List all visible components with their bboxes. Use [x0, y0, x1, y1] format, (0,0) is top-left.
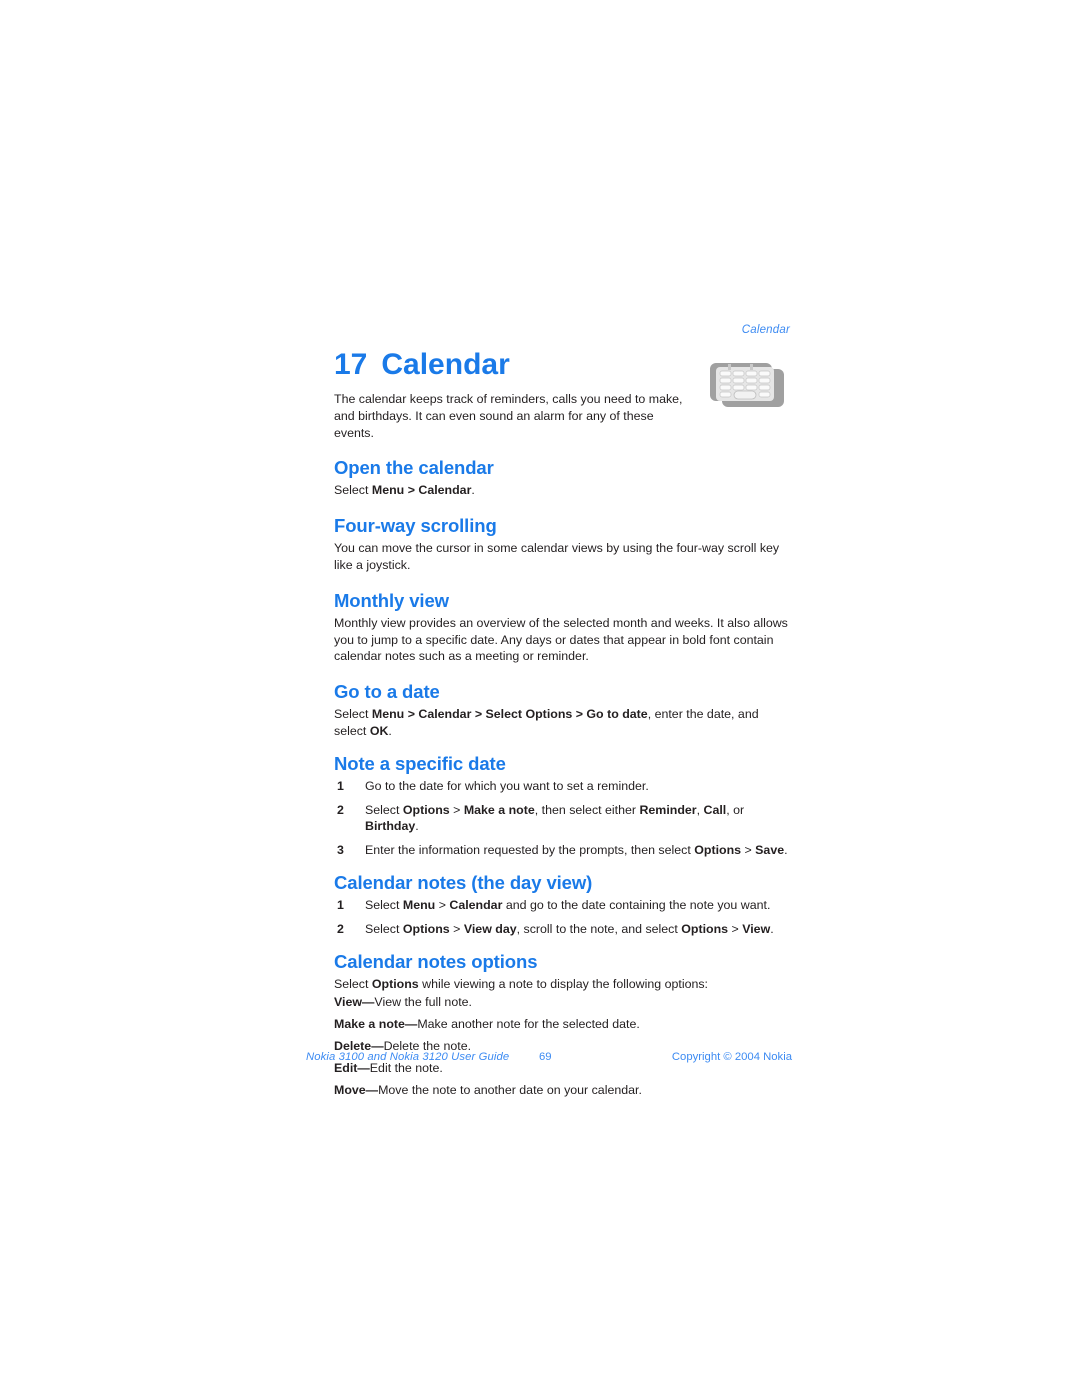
- text-run: Select: [334, 483, 372, 498]
- steps-calendar-notes-day-view: 1 Select Menu > Calendar and go to the da…: [334, 897, 794, 938]
- step-number: 1: [337, 897, 344, 912]
- text-run: .: [770, 921, 774, 936]
- option-description: Move the note to another date on your ca…: [378, 1082, 642, 1097]
- heading-calendar-notes-day-view: Calendar notes (the day view): [334, 871, 593, 893]
- heading-four-way-scrolling: Four-way scrolling: [334, 515, 497, 537]
- list-item: 1 Go to the date for which you want to se…: [334, 778, 794, 795]
- text-run: ,: [696, 802, 704, 817]
- heading-note-a-specific-date: Note a specific date: [334, 752, 506, 774]
- paragraph-go-to-a-date: Select Menu > Calendar > Select Options …: [334, 706, 794, 740]
- text-run: Select: [365, 921, 403, 936]
- text-run: Select: [334, 707, 372, 722]
- text-run-bold: Menu: [371, 483, 405, 498]
- step-number: 3: [337, 843, 344, 858]
- text-run-bold: Go to date: [586, 707, 648, 722]
- text-run-bold: Make a note: [463, 802, 535, 817]
- footer-copyright: Copyright © 2004 Nokia: [671, 1051, 792, 1063]
- list-item: 2 Select Options > View day, scroll to th…: [334, 921, 794, 938]
- text-run-bold: View day: [463, 921, 517, 936]
- text-run-bold: Options: [402, 802, 450, 817]
- paragraph-open-the-calendar: Select Menu > Calendar.: [334, 482, 794, 499]
- option-term: Make a note—: [334, 1017, 418, 1032]
- text-run: >: [449, 921, 464, 936]
- text-run: >: [435, 897, 450, 912]
- list-item: 3 Enter the information requested by the …: [334, 842, 794, 859]
- text-run: Enter the information requested by the p…: [365, 843, 695, 858]
- option-description: View the full note.: [374, 995, 472, 1010]
- list-item: 1 Select Menu > Calendar and go to the da…: [334, 897, 794, 914]
- chapter-title-text: Calendar: [381, 348, 510, 381]
- text-run: , or: [726, 802, 745, 817]
- text-run-bold: Select Options: [485, 707, 573, 722]
- option-line: View—View the full note.: [334, 994, 794, 1011]
- text-run-bold: Options: [371, 976, 419, 991]
- text-run-bold: Calendar: [449, 897, 503, 912]
- text-run-bold: Reminder: [639, 802, 697, 817]
- text-run-bold: Options: [681, 921, 729, 936]
- step-number: 2: [337, 802, 344, 817]
- text-run-bold: Menu: [402, 897, 436, 912]
- option-line: Make a note—Make another note for the se…: [334, 1016, 794, 1033]
- text-run: Select: [365, 897, 403, 912]
- text-run: >: [572, 707, 587, 722]
- footer-guide-title: Nokia 3100 and Nokia 3120 User Guide: [306, 1051, 510, 1063]
- text-run: , scroll to the note, and select: [516, 921, 682, 936]
- running-header: Calendar: [741, 324, 790, 336]
- heading-go-to-a-date: Go to a date: [334, 681, 440, 703]
- text-run: while viewing a note to display the foll…: [418, 976, 708, 991]
- heading-calendar-notes-options: Calendar notes options: [334, 950, 538, 972]
- intro-paragraph: The calendar keeps track of reminders, c…: [334, 392, 683, 440]
- text-run: .: [388, 723, 392, 738]
- text-run: Select: [365, 802, 403, 817]
- heading-monthly-view: Monthly view: [334, 589, 449, 611]
- text-run: Select: [334, 976, 372, 991]
- heading-open-the-calendar: Open the calendar: [334, 457, 494, 479]
- option-term: View—: [334, 995, 375, 1010]
- text-run: >: [404, 483, 419, 498]
- list-item: 2 Select Options > Make a note, then sele…: [334, 802, 794, 836]
- paragraph-calendar-notes-options-lead: Select Options while viewing a note to d…: [334, 976, 794, 993]
- chapter-number: 17: [334, 348, 368, 381]
- text-run-bold: Menu: [371, 707, 405, 722]
- text-run: >: [449, 802, 464, 817]
- text-run: >: [471, 707, 486, 722]
- document-page: Calendar 17 Calendar The calendar keeps …: [0, 0, 1080, 1397]
- paragraph-four-way-scrolling: You can move the cursor in some calendar…: [334, 541, 780, 572]
- text-run-bold: Options: [402, 921, 450, 936]
- text-run-bold: Calendar: [418, 483, 472, 498]
- steps-note-a-specific-date: 1 Go to the date for which you want to se…: [334, 778, 794, 859]
- text-run: and go to the date containing the note y…: [502, 897, 771, 912]
- paragraph-monthly-view: Monthly view provides an overview of the…: [334, 615, 788, 664]
- text-run-bold: Calendar: [418, 707, 472, 722]
- option-description: Make another note for the selected date.: [417, 1017, 640, 1032]
- text-run-bold: Save: [755, 843, 785, 858]
- text-run: .: [784, 843, 788, 858]
- option-line: Move—Move the note to another date on yo…: [334, 1082, 794, 1099]
- text-run-bold: Birthday: [365, 819, 416, 834]
- page-content: 17 Calendar The calendar keeps track of r…: [334, 348, 794, 1103]
- page-title: 17 Calendar: [334, 348, 794, 382]
- step-number: 1: [337, 778, 344, 793]
- text-run: Go to the date for which you want to set…: [365, 778, 649, 793]
- text-run: >: [741, 843, 756, 858]
- text-run-bold: View: [742, 921, 771, 936]
- text-run-bold: Call: [703, 802, 727, 817]
- step-number: 2: [337, 921, 344, 936]
- option-term: Move—: [334, 1082, 379, 1097]
- text-run: .: [471, 483, 475, 498]
- footer-page-number: 69: [539, 1051, 552, 1063]
- calendar-notes-option-list: View—View the full note. Make a note—Make…: [334, 994, 794, 1098]
- text-run: .: [415, 819, 419, 834]
- text-run: , then select either: [534, 802, 640, 817]
- text-run-bold: Options: [694, 843, 742, 858]
- page-footer: Nokia 3100 and Nokia 3120 User Guide 69 …: [306, 1051, 792, 1069]
- text-run: >: [728, 921, 743, 936]
- text-run: >: [404, 707, 419, 722]
- text-run-bold: OK: [369, 723, 389, 738]
